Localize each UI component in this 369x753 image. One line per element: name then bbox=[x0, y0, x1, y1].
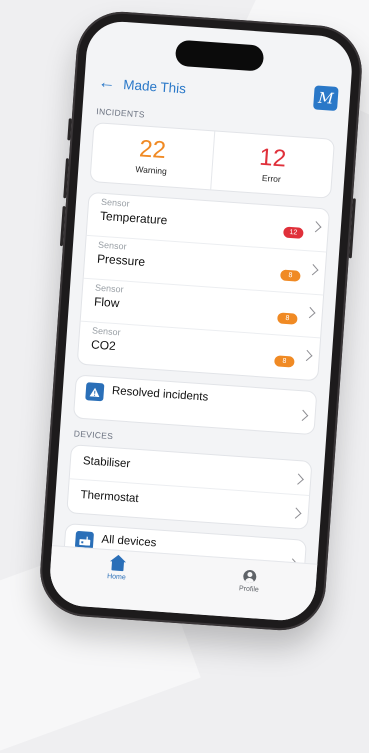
tab-profile[interactable]: Profile bbox=[181, 555, 318, 622]
incident-count-badge: 8 bbox=[280, 269, 301, 282]
error-count: 12 bbox=[258, 143, 288, 173]
sensor-list: Sensor Temperature 12 Sensor Pressure 8 … bbox=[76, 191, 331, 382]
app-screen: ← Made This M INCIDENTS 22 Warning 12 Er… bbox=[47, 19, 355, 623]
resolved-incidents-label: Resolved incidents bbox=[111, 384, 209, 404]
incident-count-badge: 8 bbox=[274, 355, 295, 368]
all-devices-label: All devices bbox=[101, 533, 157, 550]
app-logo: M bbox=[313, 85, 339, 111]
phone-mockup: ← Made This M INCIDENTS 22 Warning 12 Er… bbox=[37, 8, 365, 634]
tab-home[interactable]: Home bbox=[48, 546, 185, 613]
dynamic-island bbox=[174, 39, 265, 72]
error-stat[interactable]: 12 Error bbox=[209, 131, 334, 198]
warning-label: Warning bbox=[135, 164, 168, 177]
main-content: INCIDENTS 22 Warning 12 Error Sensor Tem… bbox=[50, 105, 348, 594]
profile-icon bbox=[242, 569, 257, 584]
chevron-right-icon bbox=[297, 409, 309, 421]
warning-triangle-icon bbox=[85, 382, 105, 402]
chevron-right-icon bbox=[292, 473, 304, 485]
app-title[interactable]: Made This bbox=[123, 77, 187, 96]
incident-count-badge: 8 bbox=[277, 312, 298, 325]
warning-count: 22 bbox=[138, 135, 167, 165]
device-name: Stabiliser bbox=[82, 455, 131, 471]
tab-profile-label: Profile bbox=[238, 585, 260, 594]
error-label: Error bbox=[261, 172, 282, 185]
tab-home-label: Home bbox=[106, 573, 126, 582]
warning-stat[interactable]: 22 Warning bbox=[91, 123, 214, 189]
incident-count-badge: 12 bbox=[283, 226, 304, 239]
device-name: Thermostat bbox=[80, 489, 140, 506]
resolved-incidents-button[interactable]: Resolved incidents bbox=[72, 374, 318, 436]
chevron-right-icon bbox=[290, 507, 302, 519]
incident-stats: 22 Warning 12 Error bbox=[89, 122, 336, 199]
back-arrow-icon[interactable]: ← bbox=[98, 72, 116, 93]
home-icon bbox=[110, 560, 124, 572]
device-list: Stabiliser Thermostat bbox=[66, 444, 313, 530]
